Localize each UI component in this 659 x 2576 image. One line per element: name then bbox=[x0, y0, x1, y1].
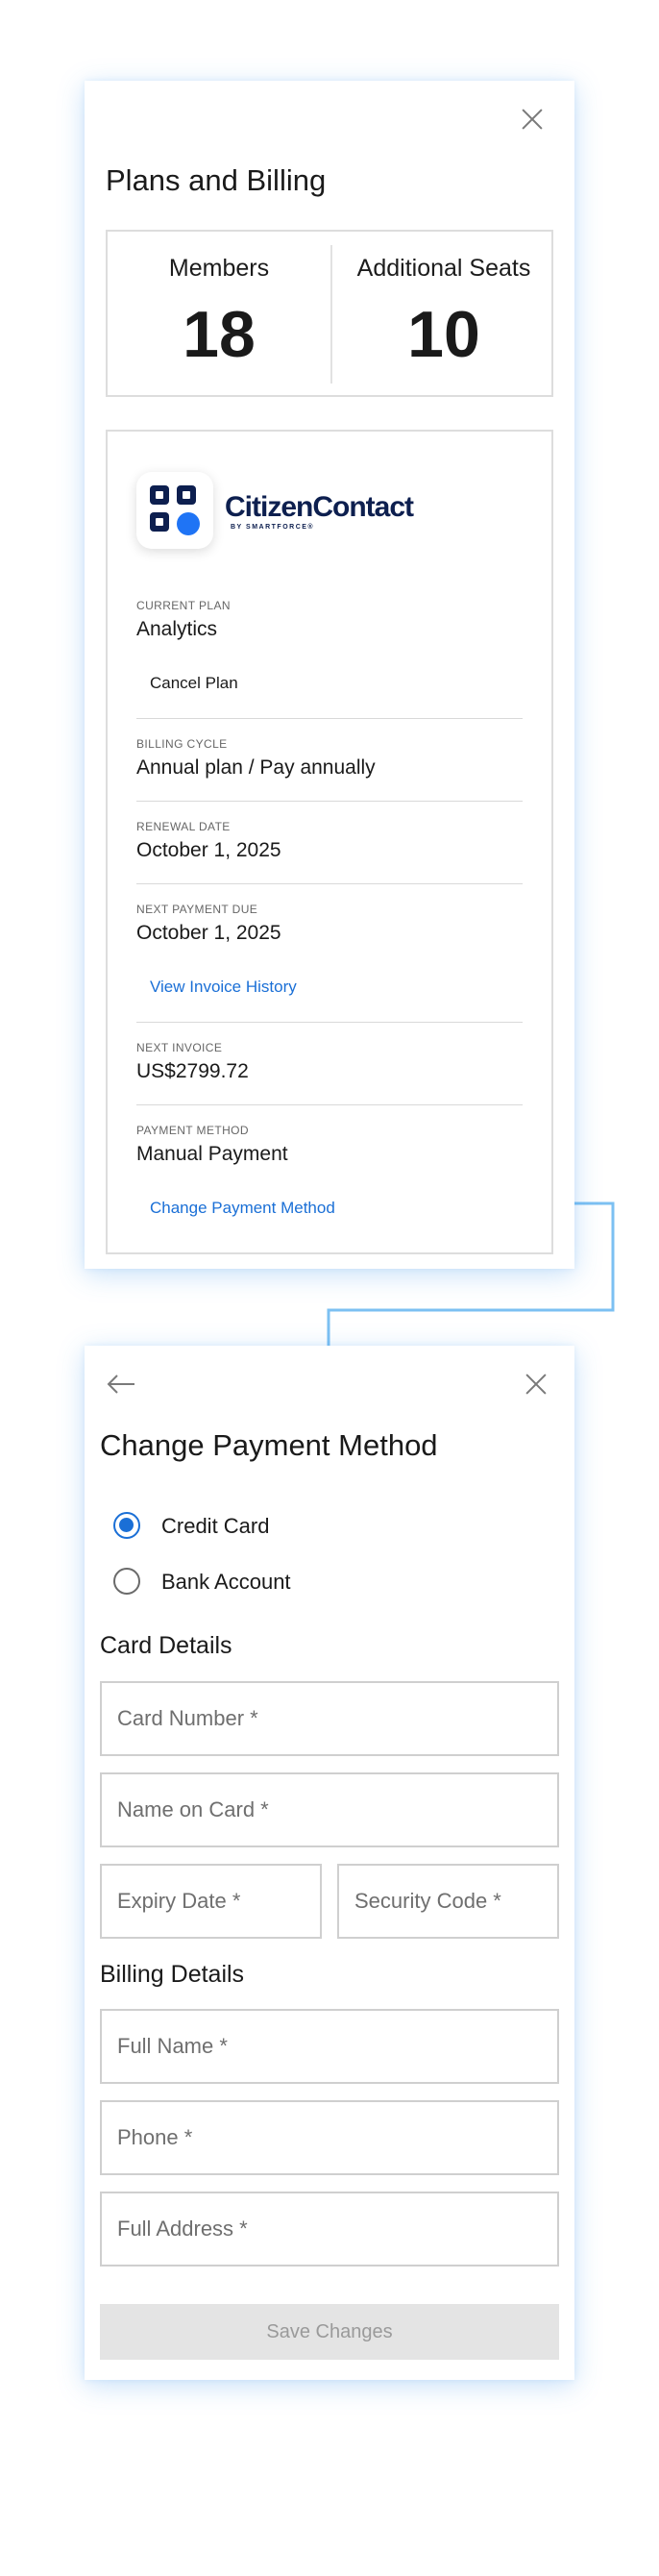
page-title: Plans and Billing bbox=[106, 163, 327, 197]
billing-cycle-value: Annual plan / Pay annually bbox=[136, 756, 376, 779]
members-count: 18 bbox=[183, 298, 256, 371]
members-label: Members bbox=[168, 255, 270, 282]
change-payment-panel: Change Payment Method Credit Card Bank A… bbox=[85, 1346, 574, 2380]
close-icon[interactable] bbox=[519, 106, 546, 133]
full-name-input[interactable] bbox=[100, 2009, 559, 2084]
plans-billing-panel: Plans and Billing Members 18 Additional … bbox=[85, 81, 574, 1269]
divider bbox=[136, 1022, 523, 1023]
additional-seats-label: Additional Seats bbox=[356, 255, 531, 282]
payment-method-value: Manual Payment bbox=[136, 1143, 288, 1165]
security-code-input[interactable] bbox=[337, 1864, 559, 1939]
citizencontact-logo-icon bbox=[136, 472, 213, 549]
divider bbox=[136, 1104, 523, 1105]
next-payment-value: October 1, 2025 bbox=[136, 922, 281, 944]
option-label: Credit Card bbox=[161, 1514, 270, 1538]
radio-checked-icon[interactable] bbox=[113, 1512, 140, 1539]
payment-method-label: PAYMENT METHOD bbox=[136, 1124, 249, 1137]
next-invoice-label: NEXT INVOICE bbox=[136, 1041, 223, 1054]
card-details-heading: Card Details bbox=[100, 1632, 232, 1659]
option-label: Bank Account bbox=[161, 1570, 291, 1594]
cancel-plan-button[interactable]: Cancel Plan bbox=[150, 674, 238, 693]
next-payment-label: NEXT PAYMENT DUE bbox=[136, 903, 258, 916]
current-plan-value: Analytics bbox=[136, 618, 218, 640]
full-address-input[interactable] bbox=[100, 2192, 559, 2266]
logo-square-icon bbox=[177, 485, 196, 505]
seat-stats: Members 18 Additional Seats 10 bbox=[106, 230, 553, 397]
additional-seats-stat: Additional Seats 10 bbox=[332, 232, 555, 395]
brand-byline: BY SMARTFORCE® bbox=[231, 524, 315, 531]
logo-square-icon bbox=[150, 512, 169, 532]
members-stat: Members 18 bbox=[108, 232, 330, 395]
divider bbox=[136, 718, 523, 719]
logo-square-icon bbox=[150, 485, 169, 505]
view-invoice-history-link[interactable]: View Invoice History bbox=[150, 978, 297, 997]
renewal-date-value: October 1, 2025 bbox=[136, 839, 281, 861]
billing-details-heading: Billing Details bbox=[100, 1961, 245, 1988]
brand-name: CitizenContact bbox=[225, 491, 414, 523]
divider bbox=[136, 883, 523, 884]
save-changes-button[interactable]: Save Changes bbox=[100, 2304, 559, 2360]
back-arrow-icon[interactable] bbox=[106, 1373, 136, 1396]
card-number-input[interactable] bbox=[100, 1681, 559, 1756]
expiry-date-input[interactable] bbox=[100, 1864, 322, 1939]
renewal-date-label: RENEWAL DATE bbox=[136, 820, 231, 833]
billing-cycle-label: BILLING CYCLE bbox=[136, 737, 228, 751]
option-credit-card[interactable]: Credit Card bbox=[113, 1511, 305, 1540]
phone-input[interactable] bbox=[100, 2100, 559, 2175]
logo-dot-icon bbox=[177, 512, 200, 535]
page-title: Change Payment Method bbox=[100, 1428, 438, 1462]
current-plan-label: CURRENT PLAN bbox=[136, 599, 231, 612]
next-invoice-value: US$2799.72 bbox=[136, 1060, 249, 1082]
radio-unchecked-icon[interactable] bbox=[113, 1568, 140, 1595]
additional-seats-count: 10 bbox=[407, 298, 480, 371]
close-icon[interactable] bbox=[523, 1371, 549, 1398]
option-bank-account[interactable]: Bank Account bbox=[113, 1567, 325, 1596]
change-payment-method-link[interactable]: Change Payment Method bbox=[150, 1199, 335, 1218]
plan-details-card: CitizenContact BY SMARTFORCE® CURRENT PL… bbox=[106, 430, 553, 1254]
name-on-card-input[interactable] bbox=[100, 1772, 559, 1847]
divider bbox=[136, 801, 523, 802]
